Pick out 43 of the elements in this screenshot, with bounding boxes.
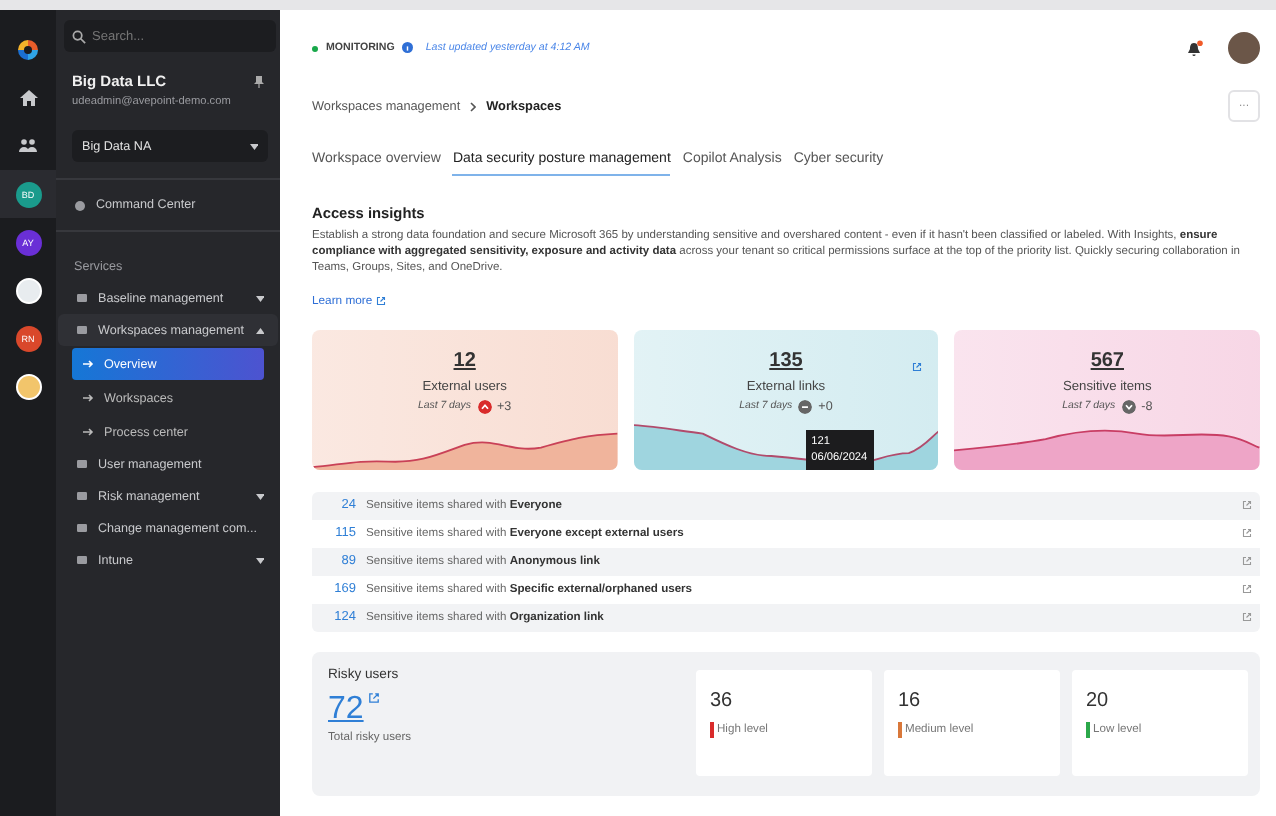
risk-count: 20 [1086,690,1111,713]
arrow-icon [82,358,94,370]
external-link-icon[interactable] [1242,612,1252,623]
user-avatar[interactable] [1228,32,1260,64]
total-count[interactable]: 72 [328,691,364,728]
external-link-icon[interactable] [1242,556,1252,567]
external-link-icon[interactable] [1242,584,1252,595]
pin-icon[interactable] [254,76,264,88]
down-arrow-icon [1121,399,1136,414]
metric-value[interactable]: 567 [1090,349,1124,372]
notification-bell-icon[interactable] [1186,39,1204,57]
external-link-icon[interactable] [367,691,380,704]
logo-icon[interactable] [18,40,38,60]
caret-icon [255,295,264,301]
risk-count: 36 [710,690,735,713]
caret-icon [255,493,264,499]
workspace-logo-icon[interactable] [15,373,41,399]
arrow-icon [82,392,94,404]
menu-item-icon [76,490,88,502]
dash-icon [798,399,813,414]
caret-icon [255,327,264,333]
home-icon[interactable] [19,90,37,106]
arrow-icon [82,426,94,438]
menu-item-icon [76,458,88,470]
caret-icon [249,143,258,149]
chevron-icon [470,101,477,111]
status-dot [312,45,318,51]
risk-count: 16 [898,690,923,713]
up-arrow-icon [477,399,491,414]
caret-icon [255,557,264,563]
workspace-logo-icon[interactable] [15,277,41,303]
external-link-icon[interactable] [376,296,387,307]
metric-value[interactable]: 135 [769,349,803,372]
menu-item-icon [76,554,88,566]
info-icon [402,42,414,54]
external-link-icon[interactable] [912,361,923,372]
menu-item-icon [76,522,88,534]
menu-item-icon [76,324,88,336]
external-link-icon[interactable] [1242,500,1252,511]
metric-value[interactable]: 12 [453,349,476,372]
people-icon[interactable] [18,138,38,154]
menu-item-icon [76,292,88,304]
external-link-icon[interactable] [1242,528,1252,539]
